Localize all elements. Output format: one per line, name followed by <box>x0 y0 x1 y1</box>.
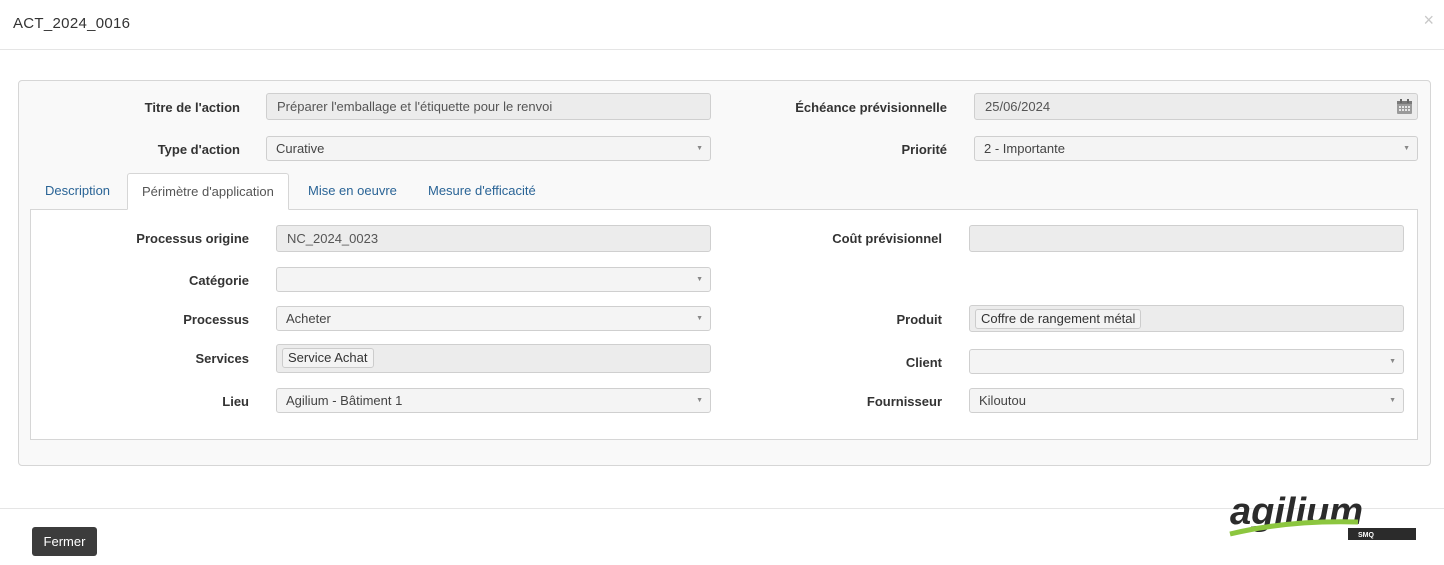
logo-badge: SMQ <box>1358 532 1375 539</box>
calendar-icon[interactable] <box>1396 98 1413 115</box>
tab-bar: Description Périmètre d'application Mise… <box>30 173 1418 210</box>
echeance-field[interactable]: 25/06/2024 <box>974 93 1418 120</box>
processus-origine-field[interactable]: NC_2024_0023 <box>276 225 711 252</box>
cout-field[interactable] <box>969 225 1404 252</box>
produit-field[interactable]: Coffre de rangement métal <box>969 305 1404 332</box>
client-label: Client <box>905 355 942 370</box>
titre-field[interactable]: Préparer l'emballage et l'étiquette pour… <box>266 93 711 120</box>
priorite-value: 2 - Importante <box>984 141 1065 156</box>
produit-label: Produit <box>896 312 943 327</box>
client-select[interactable]: ▼ <box>969 349 1404 374</box>
processus-origine-label: Processus origine <box>136 231 249 246</box>
fermer-button[interactable]: Fermer <box>32 527 97 556</box>
type-label: Type d'action <box>157 142 240 157</box>
caret-down-icon: ▼ <box>1403 145 1410 152</box>
lieu-label: Lieu <box>222 394 249 409</box>
fournisseur-select[interactable]: Kiloutou ▼ <box>969 388 1404 413</box>
fournisseur-label: Fournisseur <box>866 394 942 409</box>
titre-label: Titre de l'action <box>144 100 240 115</box>
tab-mesure-efficacite[interactable]: Mesure d'efficacité <box>414 173 550 210</box>
priorite-select[interactable]: 2 - Importante ▼ <box>974 136 1418 161</box>
cout-label: Coût prévisionnel <box>832 231 942 246</box>
lieu-value: Agilium - Bâtiment 1 <box>286 393 403 408</box>
produit-tag[interactable]: Coffre de rangement métal <box>975 309 1142 329</box>
modal-title: ACT_2024_0016 <box>13 15 131 32</box>
processus-select[interactable]: Acheter ▼ <box>276 306 711 331</box>
agilium-logo: agilium SMQ <box>1229 491 1416 540</box>
processus-value: Acheter <box>286 311 331 326</box>
lieu-select[interactable]: Agilium - Bâtiment 1 ▼ <box>276 388 711 413</box>
processus-label: Processus <box>183 312 249 327</box>
caret-down-icon: ▼ <box>696 145 703 152</box>
tab-description[interactable]: Description <box>31 173 124 210</box>
tab-mise-en-oeuvre[interactable]: Mise en oeuvre <box>294 173 411 210</box>
close-icon[interactable]: × <box>1423 10 1434 30</box>
caret-down-icon: ▼ <box>696 276 703 283</box>
type-value: Curative <box>276 141 325 156</box>
services-label: Services <box>195 351 250 366</box>
categorie-label: Catégorie <box>189 273 249 288</box>
categorie-select[interactable]: ▼ <box>276 267 711 292</box>
caret-down-icon: ▼ <box>696 397 703 404</box>
fournisseur-value: Kiloutou <box>979 393 1026 408</box>
echeance-label: Échéance prévisionnelle <box>795 100 947 115</box>
caret-down-icon: ▼ <box>696 315 703 322</box>
caret-down-icon: ▼ <box>1389 358 1396 365</box>
logo-text: agilium <box>1230 491 1363 533</box>
echeance-value: 25/06/2024 <box>985 99 1051 114</box>
priorite-label: Priorité <box>901 142 947 157</box>
services-tag[interactable]: Service Achat <box>282 348 374 368</box>
tab-perimetre[interactable]: Périmètre d'application <box>127 173 289 210</box>
type-select[interactable]: Curative ▼ <box>266 136 711 161</box>
services-field[interactable]: Service Achat <box>276 344 711 373</box>
caret-down-icon: ▼ <box>1389 397 1396 404</box>
modal-header: ACT_2024_0016 × <box>0 0 1444 50</box>
